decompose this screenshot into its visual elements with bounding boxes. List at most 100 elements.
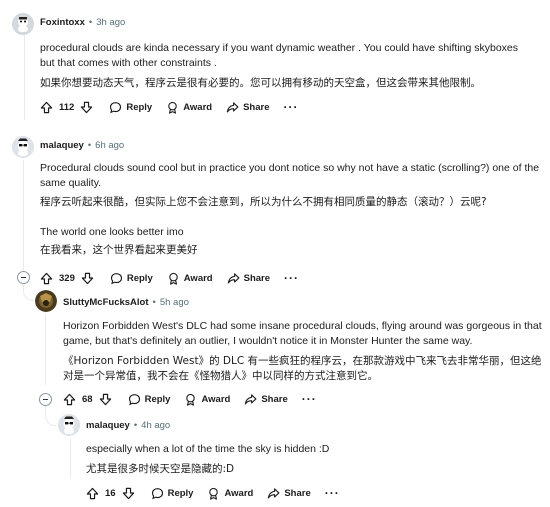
award-label: Award <box>183 272 213 284</box>
thread-line <box>45 315 46 385</box>
award-button[interactable]: Award <box>184 393 230 406</box>
comment-body: Horizon Forbidden West's DLC had some in… <box>63 319 543 384</box>
comment-meta: SluttyMcFucksAlot • 5h ago <box>63 297 189 308</box>
comment-paragraph: 如果你想要动态天气，程序云是很有必要的。您可以拥有移动的天空盒，但这会带来其他限… <box>40 77 481 89</box>
vote-count: 16 <box>105 487 116 499</box>
vote-group: 68 <box>63 393 112 406</box>
downvote-icon[interactable] <box>80 101 93 114</box>
more-options-button[interactable]: ··· <box>325 486 340 500</box>
share-icon <box>227 272 240 284</box>
comment-meta: Foxintoxx • 3h ago <box>40 17 126 28</box>
share-button[interactable]: Share <box>226 101 269 114</box>
comment-body: especially when a lot of the time the sk… <box>86 442 536 477</box>
reply-button[interactable]: Reply <box>109 101 152 114</box>
award-button[interactable]: Award <box>167 272 213 285</box>
avatar[interactable] <box>12 136 34 158</box>
comment-paragraph: 《Horizon Forbidden West》的 DLC 有一些疯狂的程序云，… <box>63 355 542 382</box>
share-button[interactable]: Share <box>267 487 311 500</box>
share-icon <box>245 393 257 405</box>
comment-paragraph: especially when a lot of the time the sk… <box>86 443 330 455</box>
thread-line <box>23 160 24 268</box>
reply-label: Reply <box>126 101 153 113</box>
timestamp: 6h ago <box>95 140 125 151</box>
share-icon <box>268 487 280 499</box>
reply-icon <box>151 487 163 499</box>
share-label: Share <box>261 393 288 405</box>
award-label: Award <box>201 393 231 405</box>
comment-paragraph: 尤其是很多时候天空是隐藏的:D <box>86 463 235 475</box>
more-options-button[interactable]: ··· <box>302 392 317 406</box>
award-button[interactable]: Award <box>207 487 253 500</box>
avatar[interactable] <box>12 13 34 35</box>
award-icon <box>186 393 196 406</box>
comment-actions: 68 Reply Award Share ··· <box>63 392 331 406</box>
comment-actions: 112 Reply Award Share ··· <box>40 100 312 114</box>
upvote-icon[interactable] <box>40 101 53 114</box>
reply-label: Reply <box>126 272 153 284</box>
award-label: Award <box>183 101 213 113</box>
share-button[interactable]: Share <box>244 393 288 406</box>
avatar[interactable] <box>35 290 57 312</box>
upvote-icon[interactable] <box>63 393 76 406</box>
comment-paragraph: The world one looks better imo <box>40 226 184 238</box>
thread-line <box>24 34 25 120</box>
comment-actions: 329 Reply Award Share ··· <box>40 271 313 285</box>
more-options-icon: ··· <box>324 486 340 500</box>
reply-label: Reply <box>144 393 171 405</box>
vote-group: 329 <box>40 272 94 285</box>
comment-body: Procedural clouds sound cool but in prac… <box>40 161 540 258</box>
more-options-button[interactable]: ··· <box>284 271 299 285</box>
reply-icon <box>110 101 122 113</box>
reply-icon <box>110 272 122 284</box>
comment-paragraph: 程序云听起来很酷，但实际上您不会注意到，所以为什么不拥有相同质量的静态（滚动？）… <box>40 196 487 208</box>
vote-count: 68 <box>82 393 93 405</box>
collapse-thread-button[interactable] <box>39 393 52 406</box>
comment-paragraph: Horizon Forbidden West's DLC had some in… <box>63 320 542 347</box>
comment-paragraph: 在我看来，这个世界看起来更美好 <box>40 244 198 256</box>
share-label: Share <box>243 101 270 113</box>
downvote-icon[interactable] <box>99 393 112 406</box>
upvote-icon[interactable] <box>86 487 99 500</box>
more-options-icon: ··· <box>283 100 299 114</box>
collapse-thread-button[interactable] <box>17 271 30 284</box>
username[interactable]: malaquey <box>40 140 84 151</box>
vote-group: 16 <box>86 487 135 500</box>
avatar[interactable] <box>58 414 80 436</box>
award-icon <box>168 101 177 114</box>
share-label: Share <box>284 487 311 499</box>
thread-line <box>70 438 71 478</box>
share-button[interactable]: Share <box>227 272 270 285</box>
reply-label: Reply <box>167 487 194 499</box>
timestamp: 3h ago <box>96 17 126 28</box>
comment-meta: malaquey • 4h ago <box>86 420 171 431</box>
comment-actions: 16 Reply Award Share ··· <box>86 486 354 500</box>
username[interactable]: SluttyMcFucksAlot <box>63 297 149 308</box>
more-options-icon: ··· <box>284 271 300 285</box>
timestamp: 4h ago <box>141 420 171 431</box>
comment-paragraph: Procedural clouds sound cool but in prac… <box>40 162 540 189</box>
more-options-icon: ··· <box>301 392 317 406</box>
timestamp: 5h ago <box>159 297 189 308</box>
award-label: Award <box>224 487 254 499</box>
upvote-icon[interactable] <box>40 272 53 285</box>
comment-paragraph: procedural clouds are kinda necessary if… <box>40 42 519 69</box>
award-icon <box>209 487 219 500</box>
username[interactable]: Foxintoxx <box>40 17 85 28</box>
vote-count: 329 <box>59 272 75 284</box>
reply-icon <box>128 393 140 405</box>
award-icon <box>168 272 178 285</box>
reply-button[interactable]: Reply <box>110 272 153 285</box>
comment-meta: malaquey • 6h ago <box>40 140 125 151</box>
vote-group: 112 <box>40 101 93 114</box>
more-options-button[interactable]: ··· <box>283 100 298 114</box>
vote-count: 112 <box>59 101 75 113</box>
username[interactable]: malaquey <box>86 420 130 431</box>
share-icon <box>226 101 239 113</box>
comment-body: procedural clouds are kinda necessary if… <box>40 41 530 91</box>
award-button[interactable]: Award <box>166 101 212 114</box>
share-label: Share <box>243 272 271 284</box>
reply-button[interactable]: Reply <box>128 393 171 406</box>
downvote-icon[interactable] <box>81 272 94 285</box>
downvote-icon[interactable] <box>122 487 135 500</box>
reply-button[interactable]: Reply <box>151 487 194 500</box>
